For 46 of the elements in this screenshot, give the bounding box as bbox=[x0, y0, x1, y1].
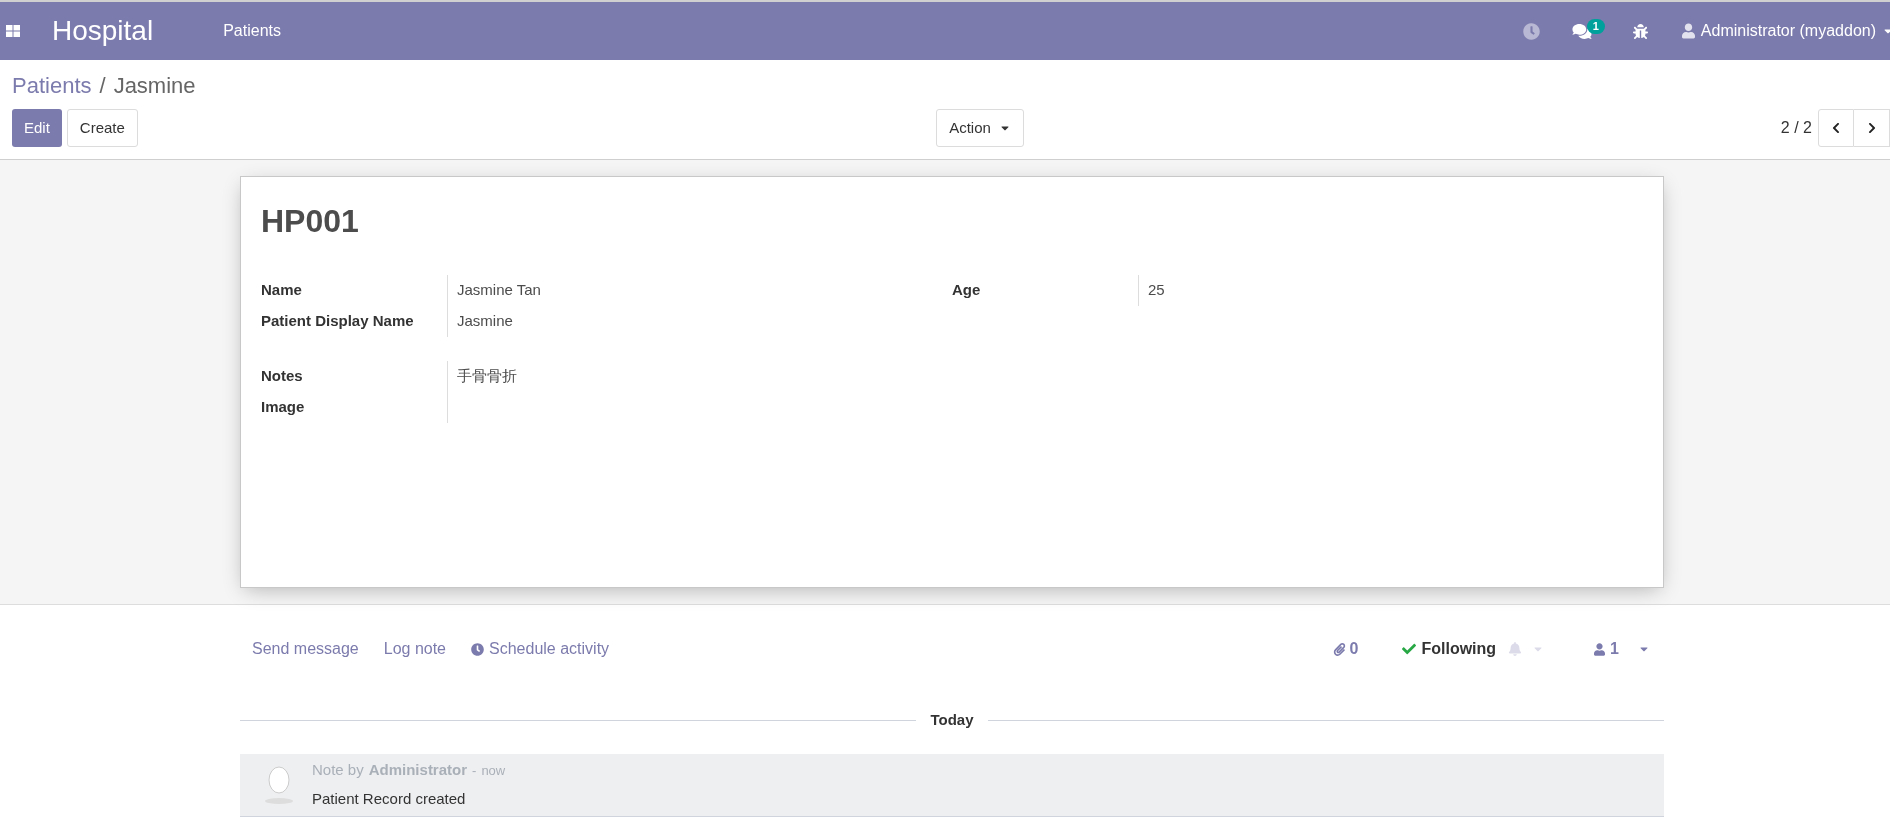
field-value: 25 bbox=[1138, 275, 1165, 306]
field-value: Jasmine bbox=[447, 306, 513, 337]
chevron-left-icon bbox=[1830, 122, 1842, 134]
person-icon bbox=[1594, 642, 1606, 656]
date-divider-label: Today bbox=[929, 710, 975, 730]
edit-button[interactable]: Edit bbox=[12, 109, 62, 147]
current-page-title: Jasmine bbox=[113, 71, 196, 100]
avatar-silhouette-icon bbox=[264, 765, 294, 804]
message-separator: - bbox=[472, 762, 477, 780]
breadcrumb-separator: / bbox=[99, 71, 106, 100]
chatter-link[interactable]: Send message bbox=[252, 637, 359, 661]
record-title: HP001 bbox=[261, 202, 360, 241]
apps-grid-icon[interactable] bbox=[6, 25, 20, 37]
attachments-button[interactable]: 0 bbox=[1332, 637, 1359, 661]
clock-icon[interactable] bbox=[1522, 22, 1540, 40]
field-label: Notes bbox=[261, 366, 304, 387]
message-type: Note by bbox=[312, 760, 364, 780]
create-button[interactable]: Create bbox=[66, 109, 138, 147]
message-author: Administrator bbox=[368, 760, 468, 780]
field-label: Name bbox=[261, 280, 303, 301]
breadcrumb-link[interactable]: Patients bbox=[12, 68, 92, 102]
paperclip-icon bbox=[1332, 642, 1346, 656]
field-label: Age bbox=[952, 280, 982, 301]
user-icon bbox=[1681, 23, 1695, 39]
message-time: now bbox=[481, 762, 506, 780]
message-count-badge: 1 bbox=[1586, 18, 1605, 34]
clock-icon bbox=[471, 642, 484, 656]
follow-button[interactable]: Following bbox=[1402, 637, 1497, 661]
bug-icon[interactable] bbox=[1632, 23, 1648, 39]
field-label: Image bbox=[261, 397, 306, 418]
next-button[interactable] bbox=[1854, 109, 1890, 147]
pager-value: 2 / 2 bbox=[1780, 118, 1812, 138]
field-value: 手骨骨折 bbox=[457, 366, 517, 387]
menu-item[interactable]: Patients bbox=[223, 19, 281, 43]
user-menu[interactable]: Administrator (myaddon) bbox=[1681, 19, 1890, 43]
followers-button[interactable]: 1 bbox=[1594, 637, 1650, 661]
chatter-link[interactable]: Log note bbox=[383, 637, 446, 661]
message-body: Patient Record created bbox=[312, 788, 467, 809]
bell-icon bbox=[1508, 642, 1523, 656]
field-label: Patient Display Name bbox=[261, 311, 415, 332]
field-value: Jasmine Tan bbox=[447, 275, 541, 306]
chat-icon[interactable] bbox=[1571, 22, 1592, 40]
schedule-activity-link[interactable]: Schedule activity bbox=[471, 637, 610, 661]
previous-button[interactable] bbox=[1818, 109, 1854, 147]
app-title: Hospital bbox=[52, 14, 154, 48]
action-dropdown[interactable]: Action bbox=[936, 109, 1024, 147]
